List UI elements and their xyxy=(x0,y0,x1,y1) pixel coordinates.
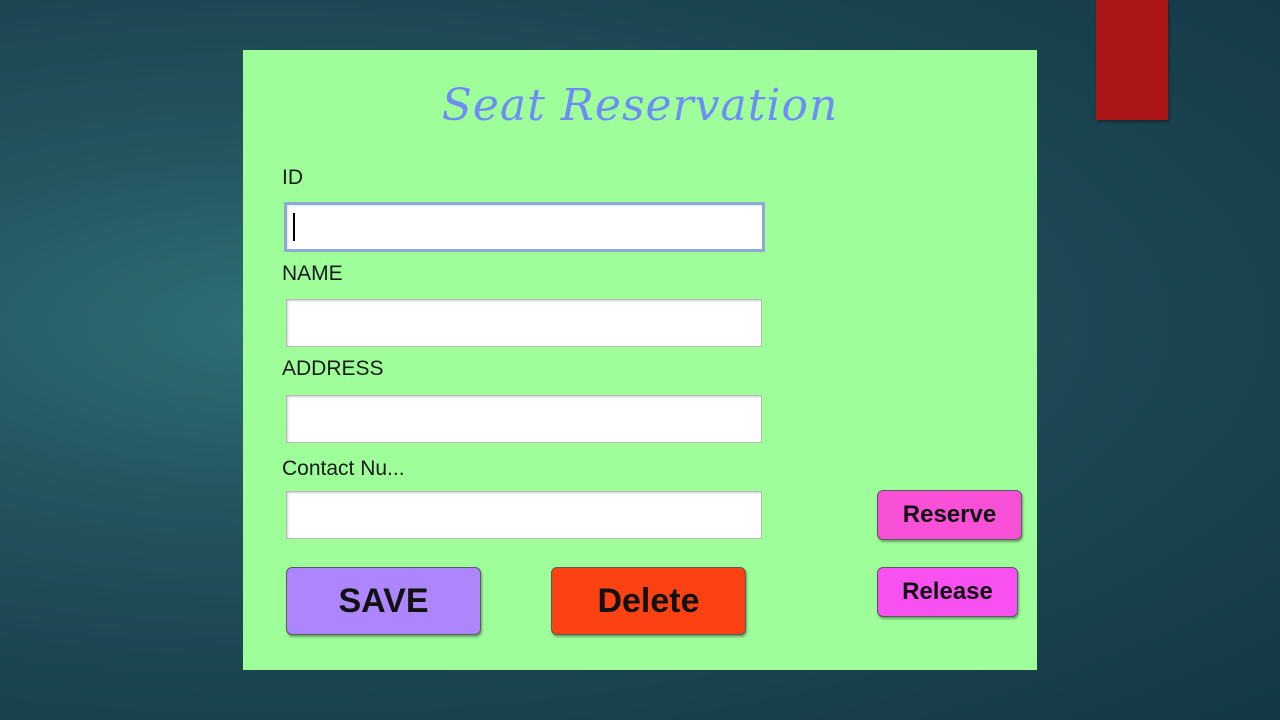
save-button[interactable]: SAVE xyxy=(286,567,481,635)
contact-number-label: Contact Nu... xyxy=(282,457,405,480)
reserve-button[interactable]: Reserve xyxy=(877,490,1022,540)
form-title: Seat Reservation xyxy=(441,80,839,131)
address-input[interactable] xyxy=(286,395,762,443)
contact-number-input[interactable] xyxy=(286,491,762,539)
id-label: ID xyxy=(282,166,303,189)
release-button[interactable]: Release xyxy=(877,567,1018,617)
delete-button[interactable]: Delete xyxy=(551,567,746,635)
form-title-container: Seat Reservation xyxy=(243,78,1037,134)
name-input[interactable] xyxy=(286,299,762,347)
id-input[interactable] xyxy=(284,202,765,252)
address-label: ADDRESS xyxy=(282,357,384,380)
name-label: NAME xyxy=(282,262,343,285)
slide-accent-bar xyxy=(1096,0,1168,120)
text-caret xyxy=(293,213,295,241)
